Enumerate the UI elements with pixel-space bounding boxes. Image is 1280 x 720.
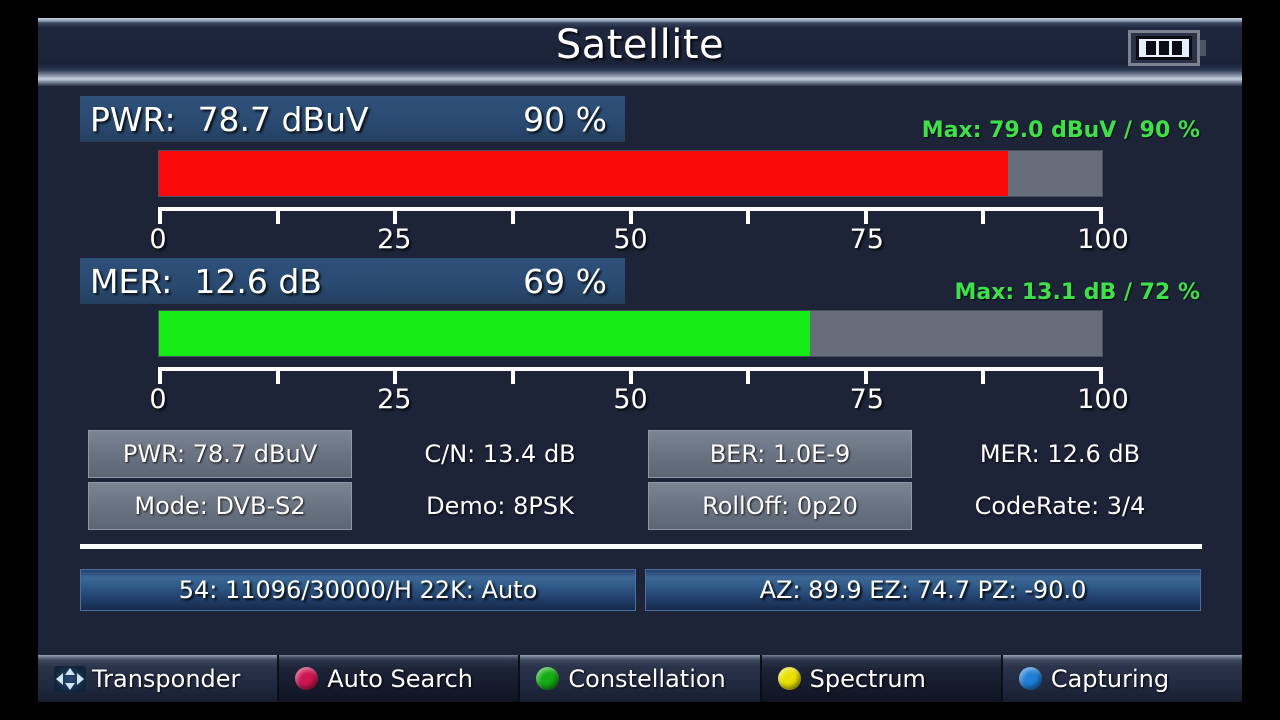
toolbar-button-auto-search[interactable]: Auto Search [279,655,521,702]
scale-tick [158,207,162,224]
scale-tick [981,207,986,224]
mer-percent: 69 % [523,261,607,301]
battery-cell [1159,41,1169,55]
title-bar: Satellite [38,18,1242,86]
scale-tick-label: 25 [377,224,412,255]
info-cell: CodeRate: 3/4 [920,482,1200,530]
green-dot-icon [536,667,560,690]
toolbar-button-capturing[interactable]: Capturing [1002,655,1242,702]
scale-tick [275,367,280,384]
toolbar-button-label: Spectrum [809,664,926,693]
toolbar-button-constellation[interactable]: Constellation [520,655,762,702]
mer-bar-fill [159,311,810,356]
section-divider [80,544,1202,549]
mer-scale: 0 25 50 75 100 [149,367,1129,415]
scale-tick [158,367,162,384]
info-cell-text: BER: 1.0E-9 [709,440,851,468]
info-cell-text: C/N: 13.4 dB [424,440,576,468]
info-cell-text: Mode: DVB-S2 [134,492,306,520]
pwr-bar-track [158,150,1103,197]
scale-tick [628,367,633,384]
toolbar-button-label: Transponder [92,664,241,693]
position-status-panel[interactable]: AZ: 89.9 EZ: 74.7 PZ: -90.0 [645,569,1201,611]
left-arrow-icon [56,672,63,685]
scale-tick [746,367,751,384]
toolbar-button-label: Auto Search [327,664,474,693]
pwr-label: PWR: [90,99,176,139]
mer-meter-header: MER: 12.6 dB 69 % [80,258,625,304]
info-cell-text: MER: 12.6 dB [979,440,1141,468]
mer-label: MER: [90,261,173,301]
info-cell: BER: 1.0E-9 [648,430,912,478]
signal-info-grid: PWR: 78.7 dBuV C/N: 13.4 dB BER: 1.0E-9 MER… [80,430,1200,530]
scale-tick [275,207,280,224]
scale-tick-label: 100 [1077,384,1129,415]
pwr-percent: 90 % [523,99,607,139]
info-cell-text: CodeRate: 3/4 [974,492,1146,520]
scale-tick-label: 50 [613,224,648,255]
toolbar-button-label: Constellation [568,664,726,693]
scale-tick [393,207,398,224]
toolbar-button-transponder[interactable]: Transponder [38,655,280,702]
scale-tick [510,367,515,384]
down-arrow-icon [65,682,75,690]
scale-tick [1099,207,1103,224]
mer-bar-track [158,310,1103,357]
position-status-text: AZ: 89.9 EZ: 74.7 PZ: -90.0 [759,576,1087,604]
info-cell: C/N: 13.4 dB [360,430,640,478]
info-cell: MER: 12.6 dB [920,430,1200,478]
info-cell-text: PWR: 78.7 dBuV [122,440,318,468]
scale-tick [863,207,868,224]
battery-cell [1172,41,1182,55]
battery-cell [1146,41,1156,55]
scale-tick-label: 75 [849,384,884,415]
info-cell-text: Demo: 8PSK [426,492,574,520]
scale-tick [981,367,986,384]
info-cell-text: RollOff: 0p20 [702,492,858,520]
scale-tick [863,367,868,384]
bottom-toolbar: Transponder Auto Search Constellation Spect… [38,655,1242,702]
info-cell: Demo: 8PSK [360,482,640,530]
toolbar-button-spectrum[interactable]: Spectrum [761,655,1003,702]
scale-tick [746,207,751,224]
transponder-status-panel[interactable]: 54: 11096/30000/H 22K: Auto [80,569,636,611]
dpad-icon [54,665,86,692]
pwr-meter-header: PWR: 78.7 dBuV 90 % [80,96,625,142]
scale-tick-label: 75 [849,224,884,255]
satellite-meter-screen: Satellite PWR: 78.7 dBuV 90 % Max: 79.0 … [38,18,1242,702]
toolbar-button-label: Capturing [1050,664,1170,693]
yellow-dot-icon [777,667,801,690]
scale-labels: 0 25 50 75 100 [149,384,1128,418]
battery-icon [1128,30,1200,66]
info-cell: Mode: DVB-S2 [88,482,352,530]
right-arrow-icon [77,672,84,685]
scale-tick-label: 100 [1077,224,1129,255]
info-cell: PWR: 78.7 dBuV [88,430,352,478]
scale-tick [393,367,398,384]
red-dot-icon [295,667,319,690]
blue-dot-icon [1018,667,1042,690]
up-arrow-icon [65,667,75,675]
scale-tick-label: 50 [613,384,648,415]
scale-tick [628,207,633,224]
scale-tick-label: 0 [149,384,167,415]
scale-labels: 0 25 50 75 100 [149,224,1128,258]
pwr-scale: 0 25 50 75 100 [149,207,1129,255]
pwr-value: 78.7 dBuV [197,99,369,139]
scale-tick [1099,367,1103,384]
transponder-status-text: 54: 11096/30000/H 22K: Auto [178,576,538,604]
scale-tick-label: 0 [149,224,167,255]
pwr-bar-fill [159,151,1008,196]
info-cell: RollOff: 0p20 [648,482,912,530]
battery-nub [1200,40,1206,56]
battery-icon-cells [1136,36,1192,60]
mer-value: 12.6 dB [194,261,322,301]
page-title: Satellite [555,22,725,68]
mer-max-readout: Max: 13.1 dB / 72 % [954,280,1200,305]
scale-tick-label: 25 [377,384,412,415]
scale-tick [510,207,515,224]
pwr-max-readout: Max: 79.0 dBuV / 90 % [921,118,1200,143]
